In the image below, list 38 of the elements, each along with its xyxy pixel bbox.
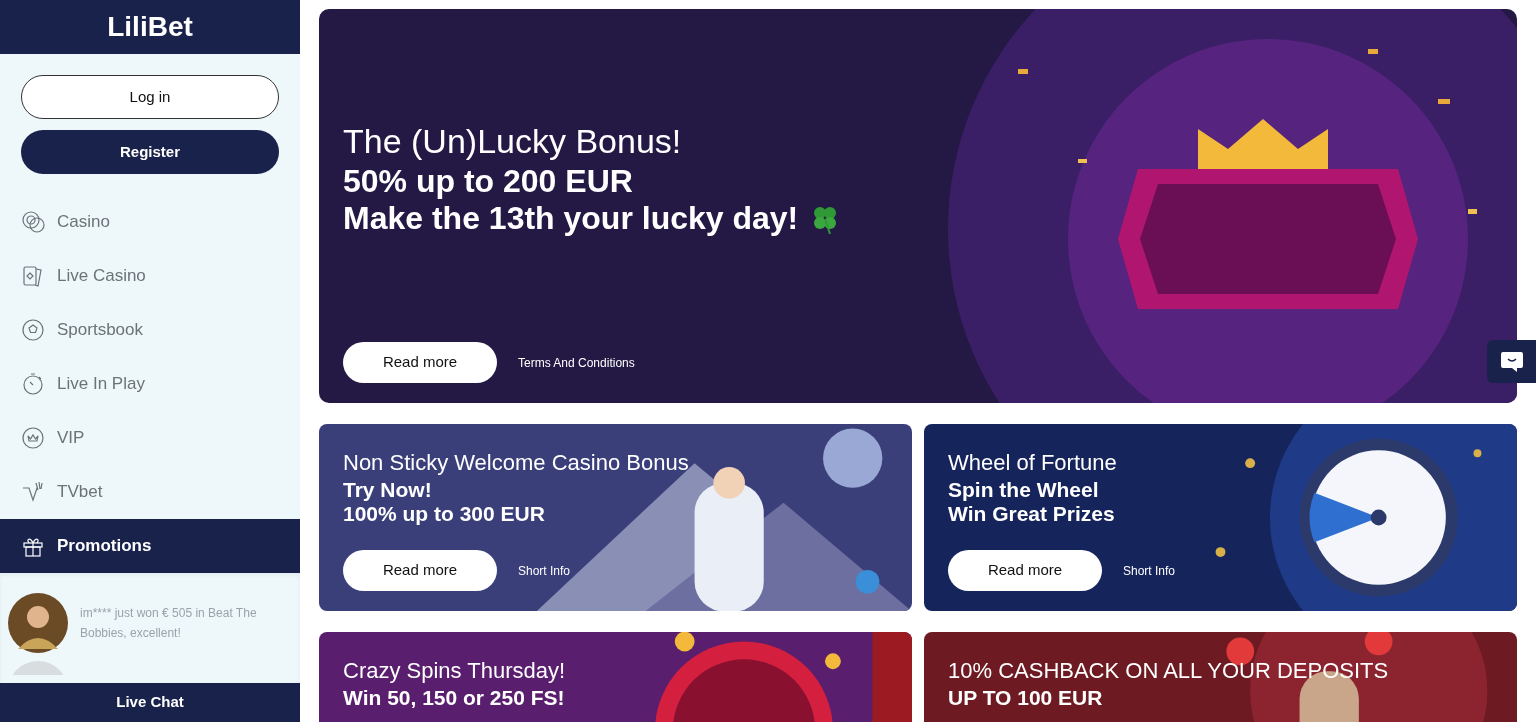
crown-icon: [21, 426, 45, 450]
read-more-button[interactable]: Read more: [343, 342, 497, 383]
promo-title: Non Sticky Welcome Casino Bonus: [343, 449, 690, 477]
nav-item[interactable]: Casino: [0, 195, 300, 249]
promo-title: 10% CASHBACK ON ALL YOUR DEPOSITS: [948, 657, 1390, 685]
promo-title: Wheel of Fortune: [948, 449, 1118, 477]
nav-item[interactable]: Live Casino: [0, 249, 300, 303]
nav-item[interactable]: VIP: [0, 411, 300, 465]
read-more-button[interactable]: Read more: [343, 550, 497, 591]
nav-item[interactable]: TVbet: [0, 465, 300, 519]
nav-item[interactable]: Live In Play: [0, 357, 300, 411]
register-button[interactable]: Register: [21, 130, 279, 174]
nav-item[interactable]: Promotions: [0, 519, 300, 573]
chat-button[interactable]: [1487, 340, 1536, 383]
promo-subtitle: Win 50, 150 or 250 FS!: [343, 686, 565, 710]
stopwatch-icon: [21, 372, 45, 396]
live-chat-link[interactable]: Live Chat: [116, 691, 184, 714]
login-button[interactable]: Log in: [21, 75, 279, 119]
read-more-button[interactable]: Read more: [948, 550, 1102, 591]
promo-subtitle: Try Now!: [343, 478, 432, 502]
info-link[interactable]: Short Info: [1123, 561, 1176, 580]
promo-subtitle: Spin the Wheel: [948, 478, 1099, 502]
promo-title: The (Un)Lucky Bonus!: [343, 121, 683, 162]
promo-subtitle: Make the 13th your lucky day!: [343, 200, 799, 237]
promo-subtitle: Win Great Prizes: [948, 502, 1115, 526]
promo-subtitle: UP TO 100 EUR: [948, 686, 1103, 710]
nav-item[interactable]: Sportsbook: [0, 303, 300, 357]
soccer-ball-icon: [21, 318, 45, 342]
chat-icon: [1499, 350, 1524, 373]
avatar: [8, 593, 68, 653]
promo-subtitle: 100% up to 300 EUR: [343, 502, 545, 526]
winner-message: im**** just won € 505 in Beat The Bobbies, excellent!: [80, 605, 258, 642]
chips-icon: [21, 210, 45, 234]
playing-card-icon: [21, 264, 45, 288]
info-link[interactable]: Terms And Conditions: [518, 353, 635, 372]
promo-subtitle: 50% up to 200 EUR: [343, 163, 633, 200]
info-link[interactable]: Short Info: [518, 561, 571, 580]
promo-title: Crazy Spins Thursday!: [343, 657, 567, 685]
